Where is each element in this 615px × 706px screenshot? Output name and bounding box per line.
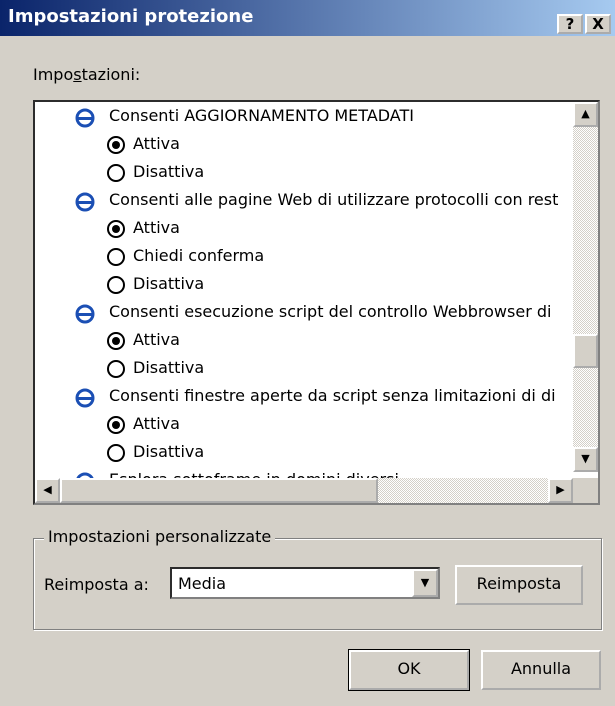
- vertical-scroll-thumb[interactable]: [573, 334, 598, 368]
- settings-label: Impostazioni:: [33, 65, 141, 84]
- radio-checked[interactable]: [107, 332, 125, 350]
- ie-icon: [75, 192, 95, 212]
- reset-level-select[interactable]: Media ▼: [170, 567, 440, 599]
- scroll-left-icon[interactable]: ◀: [35, 478, 60, 503]
- radio-checked[interactable]: [107, 416, 125, 434]
- help-button[interactable]: ?: [557, 14, 583, 34]
- settings-list[interactable]: Consenti AGGIORNAMENTO METADATI Attiva D…: [33, 100, 600, 505]
- radio-checked[interactable]: [107, 136, 125, 154]
- radio-unchecked[interactable]: [107, 248, 125, 266]
- radio-checked[interactable]: [107, 220, 125, 238]
- reset-level-value: Media: [178, 574, 227, 593]
- close-button[interactable]: X: [585, 14, 611, 34]
- radio-unchecked[interactable]: [107, 444, 125, 462]
- title-bar: Impostazioni protezione ? X: [0, 0, 615, 36]
- scroll-corner: [573, 478, 598, 503]
- reset-button[interactable]: Reimposta: [455, 565, 583, 605]
- radio-unchecked[interactable]: [107, 276, 125, 294]
- ie-icon: [75, 304, 95, 324]
- scroll-right-icon[interactable]: ▶: [548, 478, 573, 503]
- radio-unchecked[interactable]: [107, 164, 125, 182]
- chevron-down-icon[interactable]: ▼: [412, 569, 438, 597]
- window-title: Impostazioni protezione: [8, 6, 254, 27]
- scroll-down-icon[interactable]: ▼: [573, 447, 598, 472]
- reset-to-label: Reimposta a:: [44, 575, 149, 594]
- group-legend: Impostazioni personalizzate: [44, 527, 276, 546]
- radio-unchecked[interactable]: [107, 360, 125, 378]
- scroll-up-icon[interactable]: ▲: [573, 102, 598, 127]
- horizontal-scrollbar[interactable]: ◀ ▶: [35, 478, 573, 503]
- ie-icon: [75, 108, 95, 128]
- vertical-scrollbar[interactable]: ▲ ▼: [573, 102, 598, 472]
- ie-icon: [75, 388, 95, 408]
- horizontal-scroll-thumb[interactable]: [60, 478, 378, 503]
- ok-button[interactable]: OK: [348, 649, 470, 691]
- cancel-button[interactable]: Annulla: [481, 650, 601, 690]
